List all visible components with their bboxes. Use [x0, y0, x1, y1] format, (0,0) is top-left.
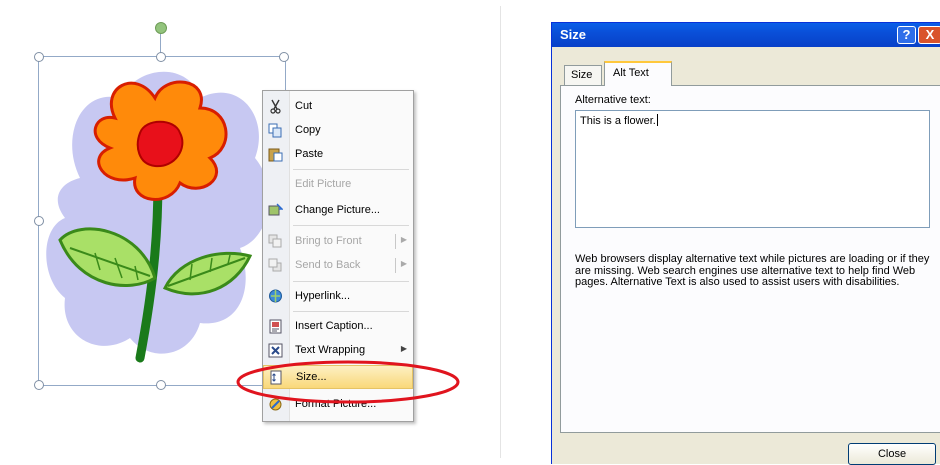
menu-item-copy[interactable]: Copy: [263, 119, 413, 143]
menu-separator: [293, 311, 409, 312]
menu-item-hyperlink[interactable]: Hyperlink...: [263, 285, 413, 309]
submenu-arrow-icon: ▶: [400, 344, 407, 353]
scissors-icon: [270, 99, 281, 114]
menu-item-label: Edit Picture: [295, 178, 352, 190]
dialog-titlebar[interactable]: Size ? X: [552, 23, 940, 47]
selection-frame: [38, 56, 286, 386]
menu-item-label: Text Wrapping: [295, 344, 366, 356]
dialog-title: Size: [560, 27, 587, 42]
menu-item-send-to-back[interactable]: Send to Back ▶: [263, 254, 413, 278]
change-picture-icon: [268, 203, 283, 216]
menu-item-paste[interactable]: Paste: [263, 143, 413, 167]
resize-handle-top[interactable]: [156, 52, 166, 62]
alt-text-panel: Alternative text: This is a flower. Web …: [560, 85, 940, 433]
hyperlink-icon: [269, 289, 282, 303]
menu-item-bring-to-front[interactable]: Bring to Front ▶: [263, 230, 413, 254]
menu-item-label: Bring to Front: [295, 235, 362, 247]
submenu-arrow-icon: ▶: [400, 235, 407, 244]
resize-handle-left[interactable]: [34, 216, 44, 226]
bring-to-front-icon: [268, 234, 282, 248]
menu-separator: [293, 281, 409, 282]
menu-item-label: Cut: [295, 100, 313, 112]
close-x-button[interactable]: X: [918, 26, 940, 44]
menu-item-label: Insert Caption...: [295, 320, 373, 332]
submenu-separator: [395, 234, 396, 249]
menu-item-edit-picture[interactable]: Edit Picture: [263, 173, 413, 197]
resize-handle-bottom[interactable]: [156, 380, 166, 390]
menu-item-label: Copy: [295, 124, 321, 136]
menu-item-label: Send to Back: [295, 259, 361, 271]
menu-item-label: Paste: [295, 148, 324, 160]
highlight-ellipse: [236, 360, 460, 404]
text-wrapping-icon: [268, 343, 283, 358]
menu-item-label: Change Picture...: [295, 204, 380, 216]
menu-separator: [293, 169, 409, 170]
resize-handle-top-left[interactable]: [34, 52, 44, 62]
insert-caption-icon: [269, 319, 282, 334]
menu-item-insert-caption[interactable]: Insert Caption...: [263, 315, 413, 339]
alternative-text-input[interactable]: This is a flower.: [575, 110, 930, 228]
document-canvas: Cut Copy Paste Edit Picture Change Pictu…: [0, 0, 500, 464]
resize-handle-bottom-left[interactable]: [34, 380, 44, 390]
size-dialog: Size ? X Size Alt Text Alternative text:…: [551, 22, 940, 465]
help-button[interactable]: ?: [897, 26, 916, 44]
send-to-back-icon: [268, 258, 282, 272]
pane-divider: [500, 6, 501, 458]
tab-size[interactable]: Size: [564, 65, 602, 85]
menu-separator: [293, 225, 409, 226]
close-button[interactable]: Close: [848, 443, 936, 465]
submenu-separator: [395, 258, 396, 273]
alt-text-help-text: Web browsers display alternative text wh…: [575, 253, 930, 288]
text-caret: [656, 114, 658, 126]
alternative-text-label: Alternative text:: [575, 94, 651, 106]
resize-handle-top-right[interactable]: [279, 52, 289, 62]
submenu-arrow-icon: ▶: [400, 259, 407, 268]
alternative-text-value: This is a flower.: [580, 115, 656, 127]
tab-alt-text[interactable]: Alt Text: [604, 61, 672, 86]
copy-icon: [268, 123, 282, 138]
rotation-handle[interactable]: [155, 22, 167, 34]
menu-item-label: Hyperlink...: [295, 290, 351, 302]
menu-item-cut[interactable]: Cut: [263, 95, 413, 119]
menu-item-change-picture[interactable]: Change Picture...: [263, 199, 413, 223]
paste-icon: [268, 148, 283, 162]
